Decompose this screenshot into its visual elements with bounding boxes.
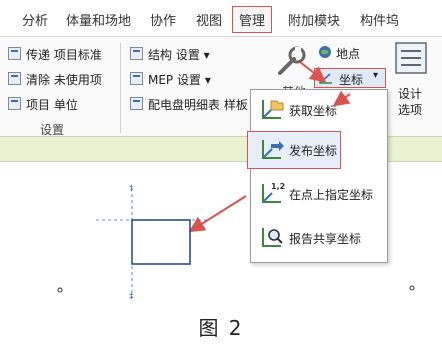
view-marker[interactable] (409, 285, 415, 291)
annotation-arrow (332, 90, 351, 107)
drawing-rectangle[interactable] (131, 219, 191, 265)
axis-marker: ‡ (129, 292, 134, 302)
figure-caption: 图 2 (198, 316, 244, 340)
annotation-arrow (299, 61, 327, 83)
axis-marker: † (129, 184, 134, 194)
annotation-arrow (188, 195, 247, 233)
drawing-canvas: † ‡ (57, 61, 415, 302)
view-marker[interactable] (57, 287, 63, 293)
